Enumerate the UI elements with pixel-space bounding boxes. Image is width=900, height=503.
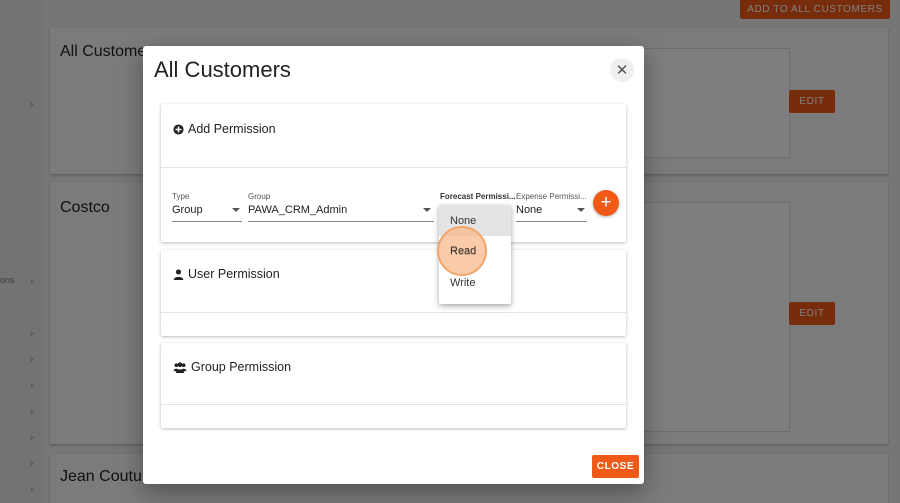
group-label: Group — [248, 192, 271, 201]
divider — [161, 404, 626, 405]
underline — [516, 221, 587, 222]
underline — [172, 221, 242, 222]
user-permission-panel: User Permission — [161, 250, 626, 336]
group-permission-heading: Group Permission — [191, 360, 292, 374]
permissions-dialog: All Customers ✕ Add Permission Type Grou… — [143, 46, 644, 484]
users-icon — [173, 361, 187, 373]
forecast-label: Forecast Permissi... — [440, 192, 516, 201]
expense-permission-select[interactable]: Expense Permissi... None — [516, 192, 587, 222]
caret-down-icon — [423, 208, 431, 212]
user-permission-heading: User Permission — [188, 267, 280, 281]
dialog-title: All Customers — [154, 57, 291, 82]
group-permission-panel: Group Permission — [161, 343, 626, 428]
panel-header: User Permission — [173, 267, 280, 281]
menu-item-read-label: Read — [450, 245, 477, 257]
forecast-permission-select[interactable]: Forecast Permissi... — [440, 192, 516, 201]
close-icon[interactable]: ✕ — [610, 58, 634, 82]
underline — [248, 221, 434, 222]
add-permission-button[interactable]: + — [593, 190, 619, 216]
type-label: Type — [172, 192, 190, 201]
group-value: PAWA_CRM_Admin — [248, 204, 348, 216]
panel-header: Group Permission — [173, 360, 291, 374]
expense-label: Expense Permissi... — [516, 192, 587, 201]
add-permission-heading: Add Permission — [188, 122, 276, 136]
divider — [161, 312, 626, 313]
type-select[interactable]: Type Group — [172, 192, 242, 222]
caret-down-icon — [232, 208, 240, 212]
close-button[interactable]: CLOSE — [592, 455, 639, 478]
group-select[interactable]: Group PAWA_CRM_Admin — [248, 192, 434, 222]
plus-circle-icon — [173, 123, 184, 135]
expense-value: None — [516, 204, 543, 216]
type-value: Group — [172, 204, 203, 216]
add-permission-panel: Add Permission Type Group Group PAWA_CRM… — [161, 104, 626, 242]
caret-down-icon — [577, 208, 585, 212]
panel-header: Add Permission — [173, 122, 276, 136]
user-icon — [173, 268, 184, 280]
divider — [161, 167, 626, 168]
